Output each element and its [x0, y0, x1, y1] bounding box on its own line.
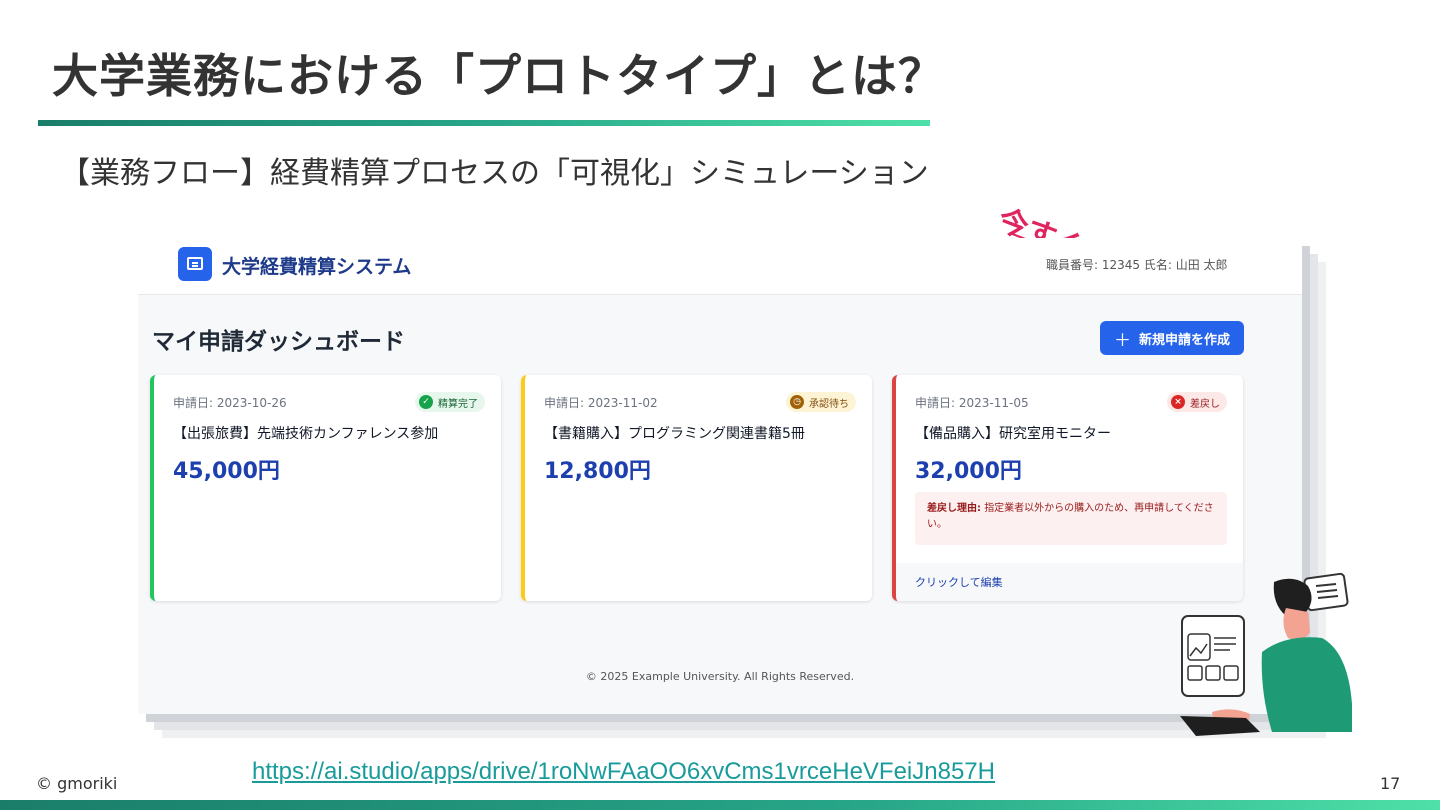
- new-application-button[interactable]: ＋ 新規申請を作成: [1100, 321, 1244, 355]
- bottom-accent-bar: [0, 800, 1440, 810]
- card-title: 【備品購入】研究室用モニター: [915, 426, 1111, 442]
- status-label: 承認待ち: [809, 398, 849, 410]
- plus-icon: ＋: [1113, 330, 1131, 351]
- dashboard-title: マイ申請ダッシュボード: [152, 329, 405, 355]
- card-title: 【出張旅費】先端技術カンファレンス参加: [173, 426, 439, 442]
- card-date: 申請日: 2023-10-26: [173, 396, 287, 410]
- app-screenshot: 大学経費精算システム 職員番号: 12345 氏名: 山田 太郎 マイ申請ダッシ…: [138, 238, 1302, 714]
- title-underline: [38, 120, 930, 126]
- new-application-label: 新規申請を作成: [1138, 332, 1230, 348]
- page-number: 17: [1380, 774, 1401, 793]
- reject-reason-box: 差戻し理由: 指定業者以外からの購入のため、再申請してください。: [915, 492, 1227, 545]
- edit-link[interactable]: クリックして編集: [915, 574, 1003, 590]
- x-circle-icon: ×: [1171, 395, 1185, 409]
- app-name: 大学経費精算システム: [222, 256, 412, 278]
- prototype-url-link[interactable]: https://ai.studio/apps/drive/1roNwFAaOO6…: [252, 758, 995, 786]
- check-circle-icon: ✓: [419, 395, 433, 409]
- receipt-icon: [178, 247, 212, 281]
- card-amount: 12,800円: [544, 459, 651, 484]
- slide-copyright: © gmoriki: [36, 774, 118, 793]
- card-date: 申請日: 2023-11-02: [544, 396, 658, 410]
- application-card[interactable]: 申請日: 2023-11-02 ◷ 承認待ち 【書籍購入】プログラミング関連書籍…: [521, 375, 872, 601]
- status-badge: × 差戻し: [1167, 392, 1227, 412]
- status-label: 差戻し: [1190, 398, 1220, 410]
- application-card[interactable]: 申請日: 2023-11-05 × 差戻し 【備品購入】研究室用モニター 32,…: [892, 375, 1243, 601]
- slide-subtitle: 【業務フロー】経費精算プロセスの「可視化」シミュレーション: [60, 156, 929, 191]
- person-illustration: [1180, 572, 1352, 736]
- user-info: 職員番号: 12345 氏名: 山田 太郎: [1046, 258, 1228, 272]
- app-copyright: © 2025 Example University. All Rights Re…: [585, 670, 855, 683]
- status-badge: ✓ 精算完了: [415, 392, 485, 412]
- app-header: 大学経費精算システム 職員番号: 12345 氏名: 山田 太郎: [138, 238, 1302, 295]
- clock-icon: ◷: [790, 395, 804, 409]
- card-amount: 45,000円: [173, 459, 280, 484]
- application-card[interactable]: 申請日: 2023-10-26 ✓ 精算完了 【出張旅費】先端技術カンファレンス…: [150, 375, 501, 601]
- card-amount: 32,000円: [915, 459, 1022, 484]
- card-date: 申請日: 2023-11-05: [915, 396, 1029, 410]
- status-label: 精算完了: [438, 398, 478, 410]
- card-title: 【書籍購入】プログラミング関連書籍5冊: [544, 426, 805, 442]
- slide-title: 大学業務における「プロトタイプ」とは？: [52, 49, 945, 103]
- reject-reason-label: 差戻し理由:: [927, 503, 981, 514]
- status-badge: ◷ 承認待ち: [786, 392, 856, 412]
